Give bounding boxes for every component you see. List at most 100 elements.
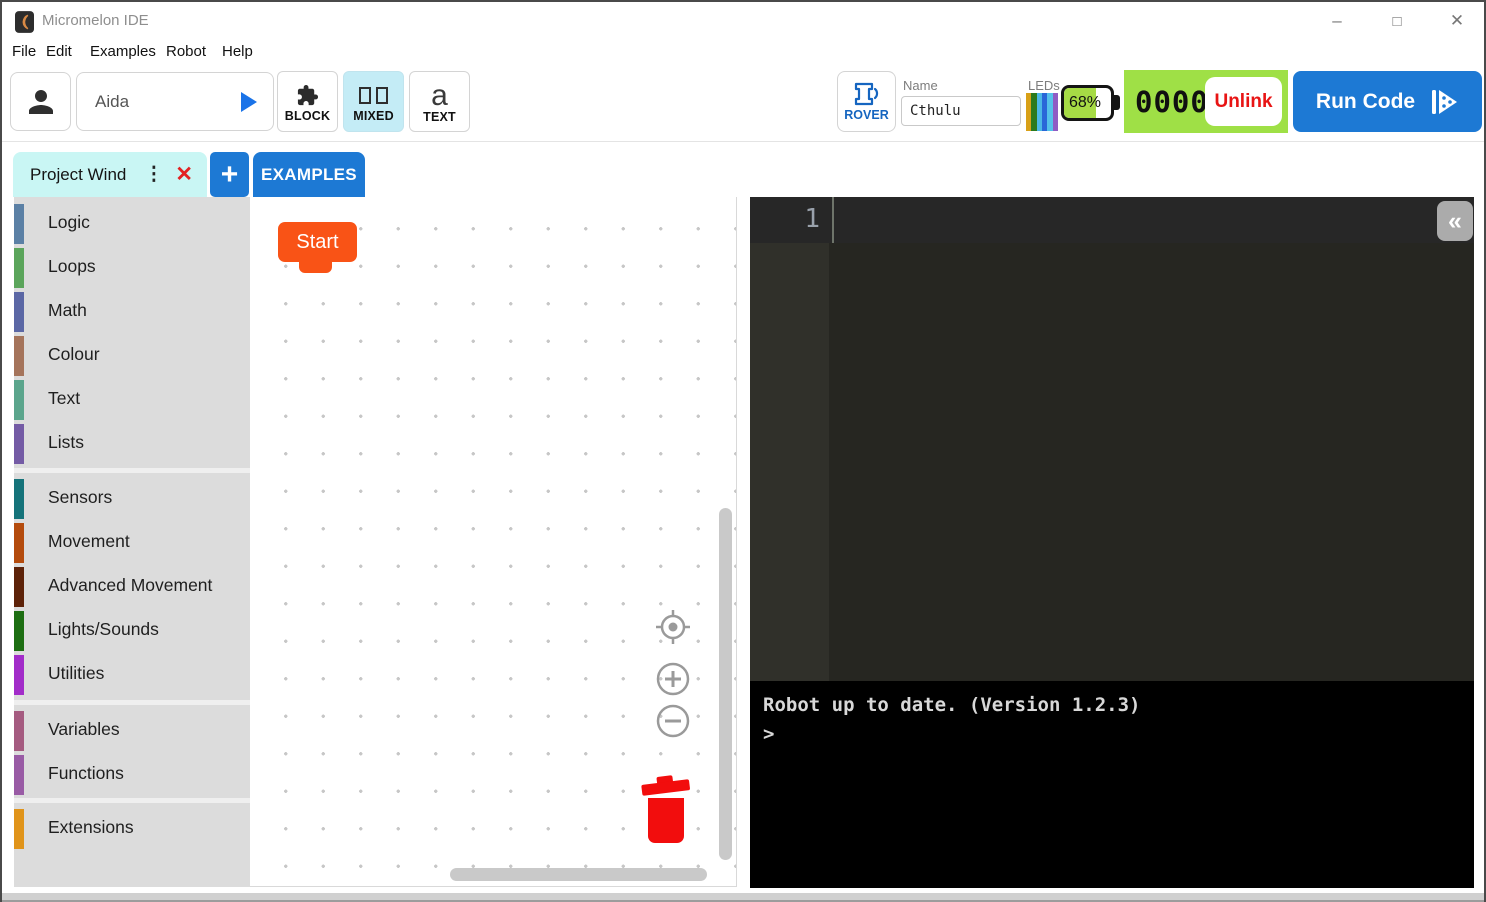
- menu-bar: File Edit Examples Robot Help: [2, 40, 1484, 65]
- link-status-panel: 0000 Unlink: [1124, 70, 1288, 133]
- puzzle-icon: [296, 84, 319, 107]
- category-color-chip: [14, 755, 24, 795]
- battery-indicator: 68%: [1061, 85, 1114, 121]
- minimize-button[interactable]: –: [1320, 6, 1354, 36]
- robot-console[interactable]: Robot up to date. (Version 1.2.3) >: [750, 681, 1474, 888]
- sidebar-item-text[interactable]: Text: [14, 380, 250, 420]
- account-button[interactable]: [10, 72, 71, 131]
- leds-label: LEDs: [1028, 78, 1060, 93]
- app-title: Micromelon IDE: [42, 12, 149, 29]
- run-code-button[interactable]: Run Code: [1293, 71, 1482, 132]
- collapse-editor-button[interactable]: «: [1437, 201, 1473, 241]
- mixed-mode-button[interactable]: MIXED: [343, 71, 404, 132]
- project-name-field[interactable]: Aida: [76, 72, 274, 131]
- category-separator: [14, 468, 250, 473]
- close-button[interactable]: ✕: [1440, 6, 1474, 36]
- line-number: 1: [750, 204, 820, 234]
- tab-examples[interactable]: EXAMPLES: [253, 152, 365, 197]
- category-color-chip: [14, 611, 24, 651]
- split-view-icon: [359, 85, 388, 107]
- text-mode-label: TEXT: [423, 110, 456, 124]
- menu-file[interactable]: File: [12, 43, 36, 60]
- category-color-chip: [14, 248, 24, 288]
- app-window: Micromelon IDE – □ ✕ File Edit Examples …: [0, 0, 1486, 902]
- start-block[interactable]: Start: [278, 222, 357, 262]
- text-mode-button[interactable]: a TEXT: [409, 71, 470, 132]
- sidebar-item-sensors[interactable]: Sensors: [14, 479, 250, 519]
- sidebar-item-extensions[interactable]: Extensions: [14, 809, 250, 849]
- pairing-code: 0000: [1135, 85, 1209, 119]
- title-bar: Micromelon IDE – □ ✕: [2, 2, 1484, 40]
- block-mode-button[interactable]: BLOCK: [277, 71, 338, 132]
- menu-robot[interactable]: Robot: [166, 43, 206, 60]
- sidebar-item-math[interactable]: Math: [14, 292, 250, 332]
- sidebar-item-utilities[interactable]: Utilities: [14, 655, 250, 695]
- open-project-arrow-icon[interactable]: [241, 92, 257, 112]
- console-prompt: >: [763, 720, 1474, 749]
- tab-close-icon[interactable]: ✕: [169, 162, 207, 187]
- rover-connect-button[interactable]: ROVER: [837, 71, 896, 132]
- led-color-strip[interactable]: [1026, 93, 1058, 131]
- tab-project-wind[interactable]: Project Wind ⋮ ✕: [13, 152, 207, 197]
- category-color-chip: [14, 523, 24, 563]
- trash-icon[interactable]: [638, 770, 694, 848]
- category-separator: [14, 700, 250, 705]
- project-name: Aida: [95, 92, 241, 112]
- rover-label: ROVER: [844, 108, 888, 122]
- sidebar-item-functions[interactable]: Functions: [14, 755, 250, 795]
- mixed-mode-label: MIXED: [353, 109, 394, 123]
- sidebar-item-variables[interactable]: Variables: [14, 711, 250, 751]
- unlink-button[interactable]: Unlink: [1205, 77, 1282, 126]
- rover-icon: [852, 81, 882, 107]
- window-bottom-strip: [0, 893, 1486, 902]
- category-color-chip: [14, 567, 24, 607]
- block-category-sidebar: Logic Loops Math Colour Text Lists Senso…: [14, 197, 250, 887]
- category-color-chip: [14, 336, 24, 376]
- maximize-button[interactable]: □: [1380, 6, 1414, 36]
- robot-name-input[interactable]: [901, 96, 1021, 126]
- window-border-left: [0, 0, 2, 902]
- zoom-out-button[interactable]: [656, 704, 690, 738]
- canvas-horizontal-scrollbar[interactable]: [450, 868, 707, 881]
- sidebar-item-lights-sounds[interactable]: Lights/Sounds: [14, 611, 250, 651]
- zoom-in-button[interactable]: [656, 662, 690, 696]
- tab-bar: Project Wind ⋮ ✕ + EXAMPLES: [2, 142, 1484, 197]
- sidebar-item-loops[interactable]: Loops: [14, 248, 250, 288]
- run-code-label: Run Code: [1316, 90, 1415, 114]
- battery-percent: 68%: [1069, 94, 1101, 112]
- battery-terminal: [1114, 95, 1120, 110]
- sidebar-item-colour[interactable]: Colour: [14, 336, 250, 376]
- start-block-label: Start: [296, 231, 338, 254]
- sidebar-item-logic[interactable]: Logic: [14, 204, 250, 244]
- project-tab-label: Project Wind: [30, 165, 138, 185]
- menu-examples[interactable]: Examples: [90, 43, 156, 60]
- sidebar-item-advanced-movement[interactable]: Advanced Movement: [14, 567, 250, 607]
- block-workspace[interactable]: Start: [250, 197, 737, 887]
- active-line: 1: [750, 197, 1474, 243]
- letter-a-icon: a: [431, 84, 448, 108]
- menu-edit[interactable]: Edit: [46, 43, 72, 60]
- add-tab-button[interactable]: +: [210, 152, 249, 197]
- window-border-top: [0, 0, 1486, 2]
- sidebar-item-movement[interactable]: Movement: [14, 523, 250, 563]
- category-separator: [14, 798, 250, 803]
- console-message: Robot up to date. (Version 1.2.3): [763, 691, 1474, 720]
- code-editor[interactable]: 1 «: [750, 197, 1474, 681]
- center-view-button[interactable]: [654, 608, 692, 646]
- category-color-chip: [14, 655, 24, 695]
- menu-help[interactable]: Help: [222, 43, 253, 60]
- category-color-chip: [14, 809, 24, 849]
- person-icon: [23, 84, 59, 120]
- category-color-chip: [14, 204, 24, 244]
- category-color-chip: [14, 711, 24, 751]
- start-block-notch: [299, 261, 332, 273]
- block-mode-label: BLOCK: [285, 109, 330, 123]
- tab-menu-kebab-icon[interactable]: ⋮: [138, 163, 169, 186]
- toolbar: Aida BLOCK MIXED a TEXT ROVER Name LEDs: [2, 65, 1484, 142]
- canvas-vertical-scrollbar[interactable]: [719, 508, 732, 860]
- led-stripe: [1053, 93, 1058, 131]
- sidebar-item-lists[interactable]: Lists: [14, 424, 250, 464]
- category-color-chip: [14, 292, 24, 332]
- name-field-label: Name: [903, 78, 938, 93]
- category-color-chip: [14, 424, 24, 464]
